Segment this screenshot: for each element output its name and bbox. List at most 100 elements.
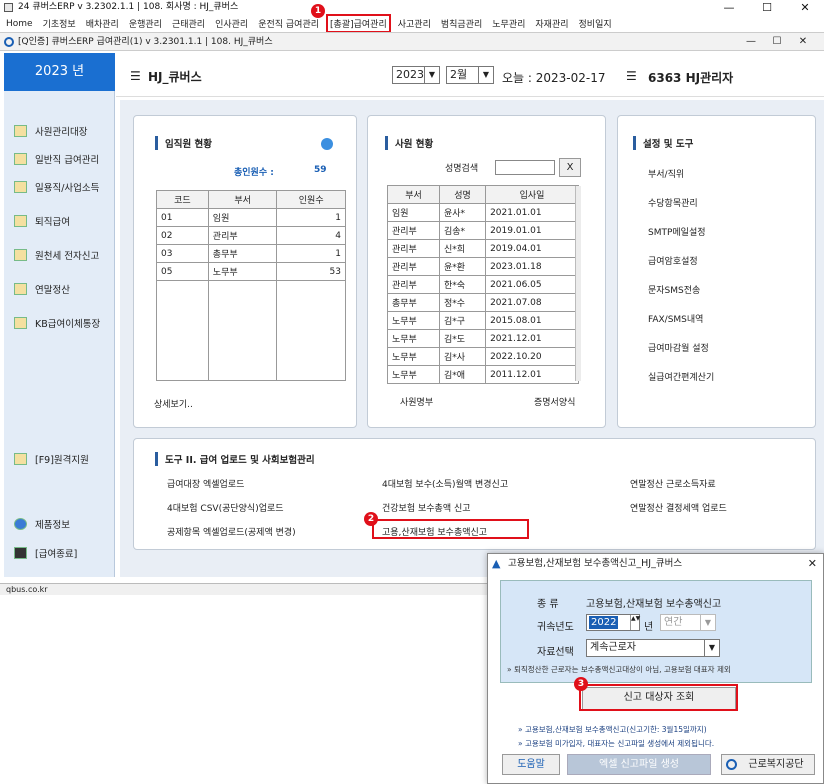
main-menubar: Home 기초정보 배차관리 운행관리 근태관리 인사관리 운전직 급여관리 […: [0, 14, 824, 33]
health-total-link[interactable]: 건강보험 보수총액 신고: [382, 501, 471, 514]
help-button[interactable]: 도움말: [502, 754, 560, 775]
year-select[interactable]: 2023 ▼: [392, 66, 440, 84]
marker-1: 1: [311, 4, 325, 18]
mdi-maximize-button[interactable]: ☐: [764, 33, 790, 51]
excel-file-button: 엑셀 신고파일 생성: [567, 754, 711, 775]
deduction-upload-link[interactable]: 공제항목 엑셀업로드(공제액 변경): [167, 525, 296, 538]
kind-label: 종 류: [537, 599, 559, 610]
dept-position-link[interactable]: 부서/직위: [648, 167, 684, 180]
table-row[interactable]: 관리부 김송* 2019.01.01: [387, 221, 579, 240]
year-label: 귀속년도: [537, 622, 574, 633]
year-stepper[interactable]: 2022 ▲▼: [586, 614, 640, 631]
dialog-form: 종 류 고용보험,산재보험 보수총액신고 귀속년도 2022 ▲▼ 년 연간 ▼ …: [500, 580, 812, 683]
calculator-link[interactable]: 실급여간편계산기: [648, 370, 714, 383]
year-end-tax-link[interactable]: 연말정산 결정세액 업로드: [630, 501, 727, 514]
today-label: 오늘 : 2023-02-17: [502, 71, 606, 85]
exit-icon: [14, 547, 27, 559]
table-row[interactable]: 임원 윤사* 2021.01.01: [387, 203, 579, 222]
csv-upload-link[interactable]: 4대보험 CSV(공단양식)업로드: [167, 501, 284, 514]
table-row[interactable]: 노무부 김*구 2015.08.01: [387, 311, 579, 330]
close-month-link[interactable]: 급여마감월 설정: [648, 341, 709, 354]
month-select[interactable]: 2월 ▼: [446, 66, 494, 84]
year-label: 2023 년: [4, 53, 115, 91]
bank-icon: [14, 317, 27, 329]
menu-hr[interactable]: 인사관리: [215, 17, 248, 30]
table-row[interactable]: 05 노무부 53: [156, 262, 346, 281]
table-row[interactable]: 02 관리부 4: [156, 226, 346, 245]
maximize-button[interactable]: ☐: [748, 0, 786, 15]
sms-link[interactable]: 문자SMS전송: [648, 283, 700, 296]
table-row[interactable]: 노무부 김*애 2011.12.01: [387, 365, 579, 384]
certificate-form-link[interactable]: 증명서양식: [534, 395, 575, 408]
mdi-close-button[interactable]: ✕: [790, 33, 816, 51]
help-icon: [14, 518, 27, 530]
password-link[interactable]: 급여암호설정: [648, 254, 698, 267]
minimize-button[interactable]: —: [710, 0, 748, 15]
payroll-excel-upload-link[interactable]: 급여대장 엑셀업로드: [167, 477, 244, 490]
menu-driver-payroll[interactable]: 운전직 급여관리: [258, 17, 319, 30]
details-link[interactable]: 상세보기..: [154, 397, 193, 410]
close-button[interactable]: ✕: [786, 0, 824, 15]
insurance-change-link[interactable]: 4대보험 보수(소득)월액 변경신고: [382, 477, 508, 490]
menu-maintenance[interactable]: 정비일지: [579, 17, 612, 30]
menu-dispatch[interactable]: 배차관리: [86, 17, 119, 30]
sidebar-item-kb-transfer[interactable]: KB급여이체통장: [14, 316, 100, 330]
comwel-logo-icon: [726, 759, 737, 770]
name-search-input[interactable]: [495, 160, 555, 175]
table-row[interactable]: 03 총무부 1: [156, 244, 346, 263]
menu-general-payroll[interactable]: [총괄]급여관리: [326, 14, 391, 33]
year-end-income-link[interactable]: 연말정산 근로소득자료: [630, 477, 716, 490]
sidebar-item-withholding-filing[interactable]: 원천세 전자신고: [14, 248, 99, 262]
table-row[interactable]: 01 임원 1: [156, 208, 346, 227]
menu-materials[interactable]: 자재관리: [535, 17, 568, 30]
table-row[interactable]: 관리부 윤*환 2023.01.18: [387, 257, 579, 276]
dialog-titlebar: ▲ 고용보험,산재보험 보수총액신고_HJ_큐버스 ✕: [488, 554, 823, 574]
tax-filing-icon: [14, 249, 27, 261]
table-row[interactable]: 관리부 신*희 2019.04.01: [387, 239, 579, 258]
daily-worker-icon: [14, 181, 27, 193]
menu-labor[interactable]: 노무관리: [492, 17, 525, 30]
sidebar-item-remote-support[interactable]: [F9]원격지원: [14, 452, 89, 466]
sidebar-item-exit[interactable]: [급여종료]: [14, 546, 77, 560]
col-dept: 부서: [207, 190, 278, 209]
sidebar-item-retirement[interactable]: 퇴직급여: [14, 214, 70, 228]
fax-sms-link[interactable]: FAX/SMS내역: [648, 312, 703, 325]
insurance-report-dialog: ▲ 고용보험,산재보험 보수총액신고_HJ_큐버스 ✕ 종 류 고용보험,산재보…: [487, 553, 824, 784]
sidebar-item-year-end[interactable]: 연말정산: [14, 282, 70, 296]
employee-list-link[interactable]: 사원명부: [400, 395, 433, 408]
payroll-icon: [14, 153, 27, 165]
menu-home[interactable]: Home: [6, 19, 33, 29]
table-row[interactable]: 노무부 김*사 2022.10.20: [387, 347, 579, 366]
sidebar-item-general-payroll[interactable]: 일반직 급여관리: [14, 152, 99, 166]
dialog-close-button[interactable]: ✕: [808, 554, 817, 574]
panel-title: 도구 II. 급여 업로드 및 사회보험관리: [155, 452, 315, 466]
year-unit: 년: [644, 622, 654, 633]
app-icon: [4, 3, 13, 12]
name-search-label: 성명검색: [445, 164, 479, 174]
sidebar-item-product-info[interactable]: 제품정보: [14, 517, 70, 531]
panel-settings-tools: 설정 및 도구 부서/직위 수당항목관리 SMTP메일설정 급여암호설정 문자S…: [617, 115, 816, 428]
smtp-link[interactable]: SMTP메일설정: [648, 225, 706, 238]
menu-accident[interactable]: 사고관리: [398, 17, 431, 30]
data-select[interactable]: 계속근로자 ▼: [586, 639, 720, 657]
table-scrollbar[interactable]: [575, 186, 581, 381]
app-titlebar: 24 큐버스ERP v 3.2302.1.1 | 108. 회사명 : HJ_큐…: [0, 0, 824, 15]
note-deadline: » 고용보험,산재보험 보수총액신고(신고기한: 3월15일까지): [518, 725, 707, 734]
kind-value: 고용보험,산재보험 보수총액신고: [586, 599, 722, 610]
menu-fines[interactable]: 범칙금관리: [441, 17, 482, 30]
sidebar-item-employee-register[interactable]: 사원관리대장: [14, 124, 87, 138]
clear-search-button[interactable]: X: [559, 158, 581, 177]
table-row[interactable]: 관리부 한*숙 2021.06.05: [387, 275, 579, 294]
mdi-minimize-button[interactable]: —: [738, 33, 764, 51]
sidebar: 사원관리대장 일반직 급여관리 일용직/사업소득 퇴직급여 원천세 전자신고 연…: [4, 91, 115, 577]
menu-operation[interactable]: 운행관리: [129, 17, 162, 30]
refresh-icon[interactable]: [321, 138, 333, 150]
table-row[interactable]: 노무부 김*도 2021.12.01: [387, 329, 579, 348]
spin-arrows-icon[interactable]: ▲▼: [630, 615, 640, 630]
table-row[interactable]: 총무부 정*수 2021.07.08: [387, 293, 579, 312]
comwel-button[interactable]: 근로복지공단: [721, 754, 815, 775]
allowance-link[interactable]: 수당항목관리: [648, 196, 698, 209]
menu-basic-info[interactable]: 기초정보: [43, 17, 76, 30]
menu-attendance[interactable]: 근태관리: [172, 17, 205, 30]
sidebar-item-daily-income[interactable]: 일용직/사업소득: [14, 180, 99, 194]
